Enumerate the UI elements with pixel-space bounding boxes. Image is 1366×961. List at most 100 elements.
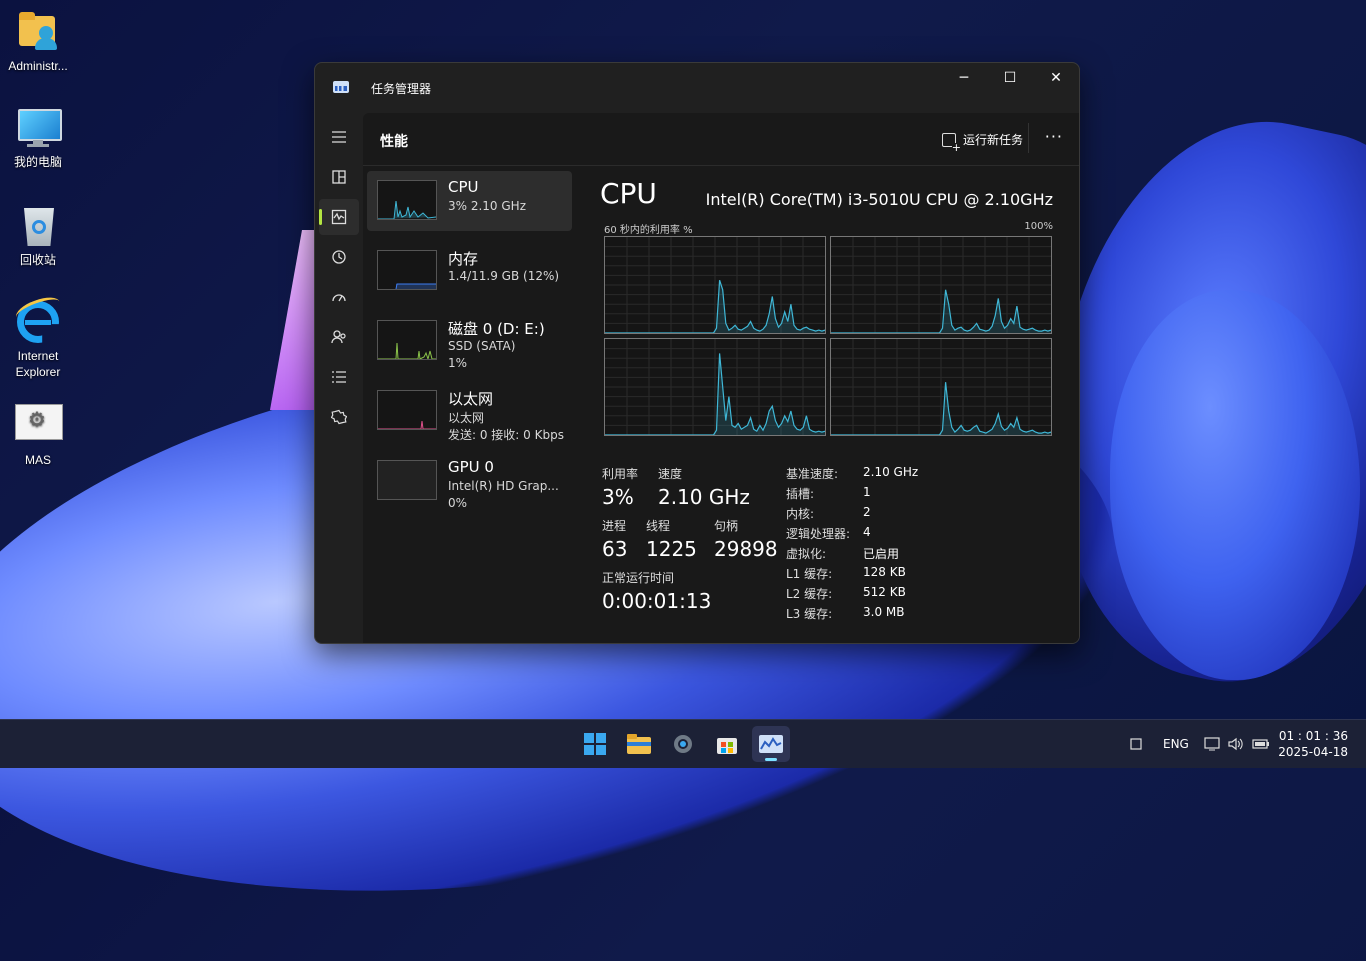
spec-key: L3 缓存: [786, 607, 833, 621]
graph-label: 60 秒内的利用率 % [604, 225, 693, 236]
volume-icon[interactable] [1228, 720, 1244, 768]
title-bar[interactable]: 任务管理器 ─ ☐ ✕ [315, 63, 1079, 113]
page-header: 性能 运行新任务 ··· [363, 113, 1079, 166]
cpu-specs: 基准速度: 2.10 GHz 插槽: 1 内核: 2 逻辑处理器: 4 虚拟化: 已启用 … [786, 465, 986, 625]
users-icon[interactable] [319, 319, 359, 355]
desktop-icon-label: MAS [24, 453, 51, 467]
desktop-icon-label: Administr... [8, 59, 68, 73]
spec-row: 虚拟化: 已启用 [786, 545, 986, 565]
cpu-thumbnail-graph [377, 180, 437, 220]
spec-row: 基准速度: 2.10 GHz [786, 465, 986, 485]
spec-value: 已启用 [863, 547, 900, 561]
perf-item-detail: 1% [448, 356, 468, 370]
perf-item-detail: Intel(R) HD Grap... [448, 479, 559, 493]
clock-time: 01 : 01 : 36 [1278, 729, 1348, 743]
notification-icon[interactable] [1130, 720, 1142, 768]
details-icon[interactable] [319, 359, 359, 395]
system-clock[interactable]: 01 : 01 : 36 2025-04-18 [1278, 728, 1348, 760]
spec-value: 2 [863, 505, 871, 519]
task-manager-window: 任务管理器 ─ ☐ ✕ 性能 + 运行新任务 ··· CPU 3% 2.10 G… [314, 62, 1080, 644]
startup-icon[interactable] [319, 279, 359, 315]
core-graph [830, 236, 1052, 334]
maximize-button[interactable]: ☐ [987, 63, 1033, 93]
cpu-core-graphs [604, 236, 1053, 436]
desktop-icon-mas[interactable]: ⚙ MAS [0, 404, 76, 468]
perf-item-memory[interactable]: 内存 1.4/11.9 GB (12%) [367, 241, 572, 301]
stat-utilization: 利用率 3% [602, 465, 638, 509]
nav-rail [315, 113, 363, 643]
spec-row: 内核: 2 [786, 505, 986, 525]
app-history-icon[interactable] [319, 239, 359, 275]
stat-value: 0:00:01:13 [602, 589, 712, 613]
menu-icon[interactable] [319, 119, 359, 155]
perf-item-gpu[interactable]: GPU 0 Intel(R) HD Grap... 0% [367, 451, 572, 511]
stat-value: 3% [602, 485, 634, 509]
disk-thumb-line [378, 342, 436, 359]
minimize-button[interactable]: ─ [941, 63, 987, 93]
settings-icon[interactable] [664, 726, 702, 762]
desktop-icon-label: Internet Explorer [15, 349, 61, 379]
battery-icon[interactable] [1252, 720, 1270, 768]
disk-thumbnail-graph [377, 320, 437, 360]
perf-item-detail: 1.4/11.9 GB (12%) [448, 269, 560, 283]
close-button[interactable]: ✕ [1033, 63, 1079, 93]
cpu-thumb-line [378, 200, 436, 219]
processes-icon[interactable] [319, 159, 359, 195]
spec-row: 插槽: 1 [786, 485, 986, 505]
task-manager-icon [333, 81, 349, 93]
spec-key: 基准速度: [786, 467, 839, 481]
clock-date: 2025-04-18 [1278, 745, 1348, 759]
perf-item-name: 以太网 [448, 390, 494, 408]
more-options-button[interactable]: ··· [1045, 127, 1063, 146]
task-manager-icon[interactable] [752, 726, 790, 762]
stat-value: 63 [602, 537, 628, 561]
language-indicator[interactable]: ENG [1163, 720, 1189, 768]
performance-list: CPU 3% 2.10 GHz 内存 1.4/11.9 GB (12%) 磁盘 … [367, 171, 572, 521]
spec-key: 插槽: [786, 487, 815, 501]
ethernet-thumb-line [378, 420, 436, 429]
desktop-icon-my-computer[interactable]: 我的电脑 [0, 106, 76, 170]
stat-value: 29898 [714, 537, 778, 561]
spec-value: 512 KB [863, 585, 906, 599]
spec-row: L3 缓存: 3.0 MB [786, 605, 986, 625]
perf-item-detail: 3% 2.10 GHz [448, 199, 527, 213]
desktop-icon-label: 回收站 [19, 253, 56, 267]
stat-label: 进程 [602, 519, 627, 533]
store-icon[interactable] [708, 726, 746, 762]
spec-row: 逻辑处理器: 4 [786, 525, 986, 545]
desktop-icon-recycle-bin[interactable]: 回收站 [0, 204, 76, 268]
network-icon[interactable] [1204, 720, 1220, 768]
performance-icon[interactable] [319, 199, 359, 235]
divider [1028, 123, 1029, 153]
stat-processes: 进程 63 [602, 517, 627, 561]
perf-item-cpu[interactable]: CPU 3% 2.10 GHz [367, 171, 572, 231]
core-graph [830, 338, 1052, 436]
spec-value: 128 KB [863, 565, 906, 579]
perf-item-name: GPU 0 [448, 458, 494, 476]
run-new-task-label: 运行新任务 [962, 133, 1023, 147]
stat-label: 正常运行时间 [602, 571, 675, 585]
run-new-task-button[interactable]: 运行新任务 [941, 131, 1023, 153]
perf-item-disk[interactable]: 磁盘 0 (D: E:) SSD (SATA) 1% [367, 311, 572, 371]
cpu-model: Intel(R) Core(TM) i3-5010U CPU @ 2.10GHz [705, 190, 1053, 209]
page-title: 性能 [380, 134, 408, 150]
new-task-icon [941, 132, 961, 153]
desktop-icon-internet-explorer[interactable]: Internet Explorer [0, 292, 76, 380]
desktop-icon-administrator[interactable]: Administr... [0, 10, 76, 74]
spec-key: L1 缓存: [786, 567, 833, 581]
windows-start-icon[interactable] [576, 726, 614, 762]
perf-item-ethernet[interactable]: 以太网 以太网 发送: 0 接收: 0 Kbps [367, 381, 572, 442]
spec-key: L2 缓存: [786, 587, 833, 601]
user-folder-icon [15, 10, 61, 54]
internet-explorer-icon [13, 292, 63, 344]
stat-label: 句柄 [714, 519, 739, 533]
content-area: 性能 运行新任务 ··· CPU 3% 2.10 GHz 内存 [363, 113, 1079, 643]
perf-item-name: 内存 [448, 250, 479, 268]
spec-key: 内核: [786, 507, 815, 521]
spec-value: 4 [863, 525, 871, 539]
file-explorer-icon[interactable] [620, 726, 658, 762]
window-title: 任务管理器 [371, 82, 432, 96]
services-icon[interactable] [319, 399, 359, 435]
stat-label: 利用率 [602, 467, 639, 481]
stat-speed: 速度 2.10 GHz [658, 465, 750, 509]
